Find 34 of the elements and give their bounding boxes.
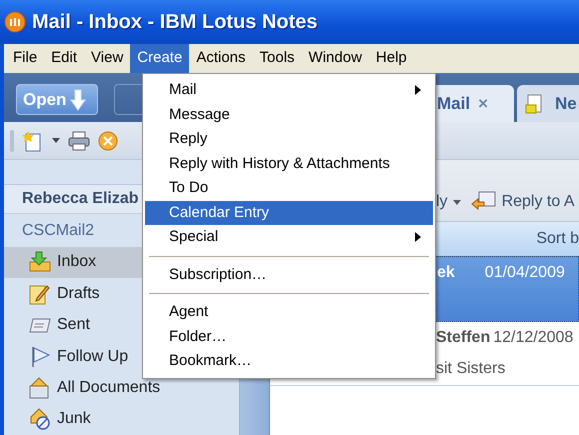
menu-item[interactable]: View (84, 44, 130, 73)
stop-icon[interactable] (98, 130, 118, 150)
blocked-icon (28, 407, 52, 432)
print-icon[interactable] (68, 130, 90, 150)
caret-icon[interactable] (52, 138, 60, 143)
menu-item[interactable]: Edit (44, 44, 84, 73)
download-arrow-icon (70, 88, 86, 110)
message-date: 12/12/2008 (493, 328, 574, 348)
grip-icon (10, 130, 14, 152)
menu-item[interactable]: Folder… (145, 324, 433, 349)
menu-item[interactable]: Help (368, 44, 414, 73)
menu-item[interactable]: Actions (189, 44, 253, 73)
mailbox-item[interactable]: Junk (4, 404, 239, 435)
tab[interactable]: Ne (517, 85, 579, 122)
menu-item[interactable]: Tools (252, 44, 302, 73)
window-title: Mail - Inbox - IBM Lotus Notes (32, 10, 318, 35)
menu-item[interactable]: Calendar Entry (145, 200, 433, 225)
menu-item[interactable]: File (6, 44, 44, 73)
message-subject: sit Sisters (436, 359, 506, 380)
menu-item[interactable]: Window (302, 44, 369, 73)
toolbar-button[interactable]: ly (436, 187, 461, 217)
menu-item[interactable]: Create (130, 44, 190, 73)
mailbox-item[interactable]: All Documents (4, 372, 239, 404)
sender-name: Steffen (436, 328, 490, 348)
inbox-icon (28, 250, 52, 274)
caret-icon (452, 200, 461, 204)
menu-item[interactable]: Reply (145, 127, 433, 152)
sender-name: ek (437, 263, 455, 283)
menu-item[interactable]: Agent (145, 300, 433, 324)
app-logo-icon (4, 11, 26, 33)
menu-item[interactable]: Reply with History & Attachments (145, 152, 433, 176)
toolbar-button[interactable]: Reply to A (470, 187, 574, 217)
message-date: 01/04/2009 (484, 263, 565, 283)
menu-item[interactable]: Bookmark… (145, 349, 433, 374)
